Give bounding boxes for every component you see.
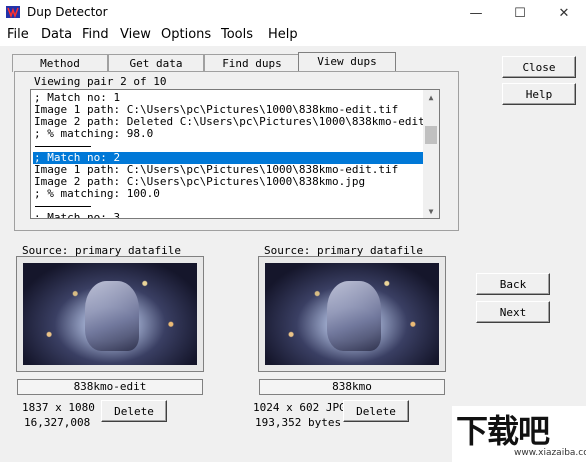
tab-find-dups[interactable]: Find dups (204, 54, 300, 72)
tab-method[interactable]: Method (12, 54, 108, 72)
watermark-logo: 下载吧 www.xiazaiba.com (452, 406, 586, 462)
left-image-frame (16, 256, 204, 372)
title-bar: Dup Detector — ☐ ✕ (0, 0, 586, 26)
list-item[interactable] (33, 140, 425, 152)
menu-data[interactable]: Data (41, 27, 72, 42)
scroll-down-icon[interactable]: ▼ (423, 204, 439, 218)
right-image-preview (265, 263, 439, 365)
menu-tools[interactable]: Tools (221, 27, 253, 42)
menu-options[interactable]: Options (161, 27, 211, 42)
watermark-url: www.xiazaiba.com (514, 448, 586, 458)
scroll-thumb[interactable] (425, 126, 437, 144)
next-button[interactable]: Next (476, 301, 550, 323)
right-image-frame (258, 256, 446, 372)
right-image-name: 838kmo (259, 379, 445, 395)
left-image-size: 16,327,008 (24, 416, 91, 429)
app-icon (6, 6, 20, 18)
tab-view-dups[interactable]: View dups (298, 52, 396, 72)
scroll-up-icon[interactable]: ▲ (423, 90, 439, 104)
menu-view[interactable]: View (120, 27, 151, 42)
back-button[interactable]: Back (476, 273, 550, 295)
list-item[interactable]: ; % matching: 100.0 (33, 188, 425, 200)
close-window-button[interactable]: ✕ (542, 0, 586, 26)
left-image-dimensions: 1837 x 1080 (22, 401, 95, 414)
menu-find[interactable]: Find (82, 27, 109, 42)
left-image-name: 838kmo-edit (17, 379, 203, 395)
right-delete-button[interactable]: Delete (343, 400, 409, 422)
viewing-pair-label: Viewing pair 2 of 10 (34, 75, 167, 88)
list-item[interactable]: ; % matching: 98.0 (33, 128, 425, 140)
close-button[interactable]: Close (502, 56, 576, 78)
match-list[interactable]: ; Match no: 1 Image 1 path: C:\Users\pc\P… (30, 89, 440, 219)
menu-help[interactable]: Help (268, 27, 298, 42)
menu-bar: File Data Find View Options Tools Help (0, 26, 586, 46)
tab-get-data[interactable]: Get data (108, 54, 204, 72)
window-title: Dup Detector (27, 5, 108, 19)
maximize-button[interactable]: ☐ (498, 0, 542, 26)
left-delete-button[interactable]: Delete (101, 400, 167, 422)
list-item[interactable]: ; Match no: 3 (33, 212, 425, 219)
list-item[interactable] (33, 200, 425, 212)
left-image-preview (23, 263, 197, 365)
menu-file[interactable]: File (7, 27, 29, 42)
right-image-dimensions: 1024 x 602 JPG (253, 401, 346, 414)
help-button[interactable]: Help (502, 83, 576, 105)
list-scrollbar[interactable]: ▲ ▼ (423, 90, 439, 218)
watermark-text: 下载吧 (456, 412, 550, 450)
right-image-size: 193,352 bytes (255, 416, 342, 429)
minimize-button[interactable]: — (454, 0, 498, 26)
